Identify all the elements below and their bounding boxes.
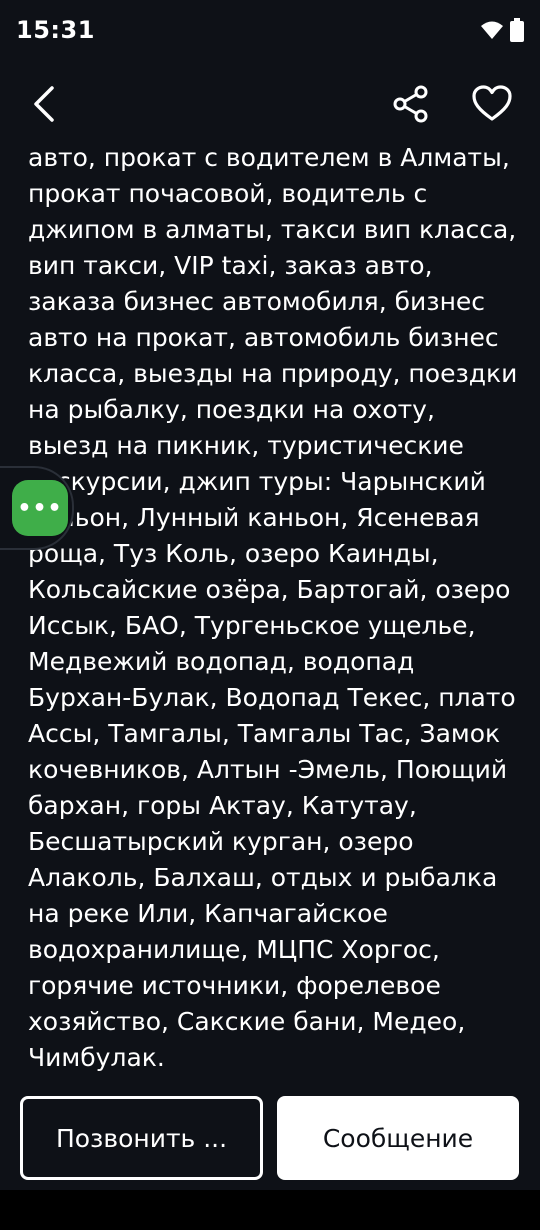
call-button[interactable]: Позвонить ... <box>20 1096 263 1180</box>
status-bar: 15:31 <box>0 0 540 60</box>
status-time: 15:31 <box>16 16 95 44</box>
toolbar <box>0 70 540 140</box>
favorite-button[interactable] <box>462 74 522 134</box>
wifi-icon <box>481 21 503 39</box>
more-dots-icon: ••• <box>17 495 63 521</box>
message-button-label: Сообщение <box>322 1123 474 1153</box>
text-fade-mask <box>0 1076 540 1088</box>
share-button[interactable] <box>381 74 441 134</box>
chevron-left-icon <box>34 86 54 122</box>
bottom-action-bar: Позвонить ... Сообщение <box>0 1088 540 1190</box>
share-icon <box>393 85 428 123</box>
system-nav-strip <box>0 1190 540 1230</box>
heart-outline-icon <box>472 85 512 121</box>
call-button-label: Позвонить ... <box>55 1123 228 1153</box>
more-options-button[interactable]: ••• <box>12 480 68 536</box>
listing-description-text: авто, прокат с водителем в Алматы, прока… <box>28 143 518 1072</box>
status-icons <box>480 18 524 42</box>
message-button[interactable]: Сообщение <box>277 1096 519 1180</box>
battery-icon <box>510 18 524 42</box>
back-button[interactable] <box>16 74 76 134</box>
